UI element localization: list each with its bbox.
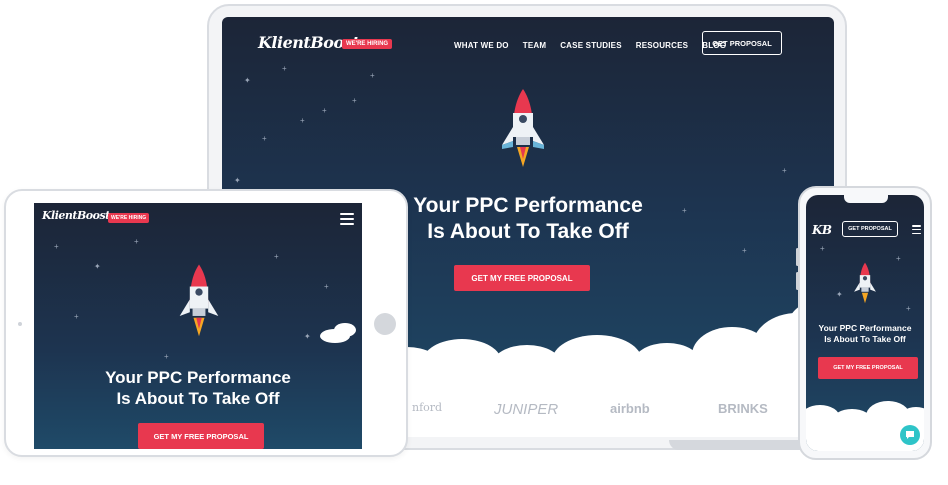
client-logo-airbnb: airbnb: [610, 401, 650, 416]
cloud-icon: [492, 345, 562, 385]
hero-headline: Your PPC Performance Is About To Take Of…: [806, 323, 924, 345]
star-icon: +: [282, 64, 287, 73]
cloud-icon: [422, 339, 502, 387]
hamburger-icon[interactable]: [340, 213, 354, 225]
client-logo-stanford: nford: [412, 401, 443, 414]
logo[interactable]: KB: [812, 223, 832, 237]
star-icon: ✦: [836, 290, 843, 299]
hero-headline-line-1: Your PPC Performance: [818, 323, 912, 333]
rocket-icon: [854, 262, 876, 304]
star-icon: ✦: [244, 76, 251, 85]
star-icon: +: [370, 71, 375, 80]
hero-headline: Your PPC Performance Is About To Take Of…: [34, 367, 362, 409]
star-icon: +: [322, 106, 327, 115]
star-icon: +: [324, 282, 329, 291]
cloud-icon: [334, 323, 356, 337]
hero-headline-line-2: Is About To Take Off: [824, 334, 906, 344]
get-proposal-button[interactable]: GET PROPOSAL: [842, 221, 898, 237]
star-icon: +: [820, 244, 825, 253]
free-proposal-button[interactable]: GET MY FREE PROPOSAL: [138, 423, 264, 449]
tablet-home-button: [374, 313, 396, 335]
phone-device: + + ✦ + KB GET PROPOSAL Your PPC Perform…: [796, 186, 932, 460]
star-icon: ✦: [304, 332, 311, 341]
client-logo-brinks: BRINKS: [718, 401, 768, 416]
phone-notch: [844, 195, 888, 203]
laptop-base: [669, 440, 809, 450]
star-icon: +: [906, 304, 911, 313]
hero-headline-line-1: Your PPC Performance: [105, 368, 291, 387]
free-proposal-button[interactable]: GET MY FREE PROPOSAL: [454, 265, 590, 291]
cloud-icon: [552, 335, 642, 387]
star-icon: +: [134, 237, 139, 246]
star-icon: ✦: [94, 262, 101, 271]
star-icon: +: [74, 312, 79, 321]
nav-item-team[interactable]: TEAM: [523, 41, 546, 50]
phone-side-button: [796, 272, 799, 290]
star-icon: +: [164, 352, 169, 361]
hiring-badge[interactable]: WE'RE HIRING: [342, 39, 393, 49]
star-icon: +: [742, 246, 747, 255]
phone-screen: + + ✦ + KB GET PROPOSAL Your PPC Perform…: [806, 195, 924, 451]
star-icon: +: [896, 254, 901, 263]
free-proposal-button[interactable]: GET MY FREE PROPOSAL: [818, 357, 918, 379]
get-proposal-button[interactable]: GET PROPOSAL: [702, 31, 782, 55]
rocket-icon: [179, 264, 219, 337]
star-icon: +: [782, 166, 787, 175]
star-icon: ✦: [234, 176, 241, 185]
hamburger-icon[interactable]: [912, 225, 921, 234]
tablet-camera: [18, 322, 22, 326]
hiring-badge[interactable]: WE'RE HIRING: [108, 213, 150, 223]
laptop-nav: KlientBoost WE'RE HIRING WHAT WE DO TEAM…: [222, 31, 834, 61]
rocket-icon: [502, 89, 544, 167]
star-icon: +: [300, 116, 305, 125]
logo[interactable]: KlientBoost: [42, 209, 110, 222]
tablet-device: + ✦ + + + + ✦ + KlientBoost WE'RE HIRING…: [4, 189, 408, 457]
star-icon: +: [274, 252, 279, 261]
hero-headline-line-2: Is About To Take Off: [116, 389, 280, 408]
nav-item-what-we-do[interactable]: WHAT WE DO: [454, 41, 509, 50]
nav-item-resources[interactable]: RESOURCES: [636, 41, 688, 50]
tablet-screen: + ✦ + + + + ✦ + KlientBoost WE'RE HIRING…: [34, 203, 362, 449]
nav-item-case-studies[interactable]: CASE STUDIES: [560, 41, 622, 50]
phone-side-button: [796, 248, 799, 266]
star-icon: +: [54, 242, 59, 251]
client-logo-juniper: JUNIPER: [494, 401, 559, 418]
chat-icon[interactable]: [900, 425, 920, 445]
star-icon: +: [352, 96, 357, 105]
star-icon: +: [262, 134, 267, 143]
nav-links: WHAT WE DO TEAM CASE STUDIES RESOURCES B…: [454, 41, 726, 50]
